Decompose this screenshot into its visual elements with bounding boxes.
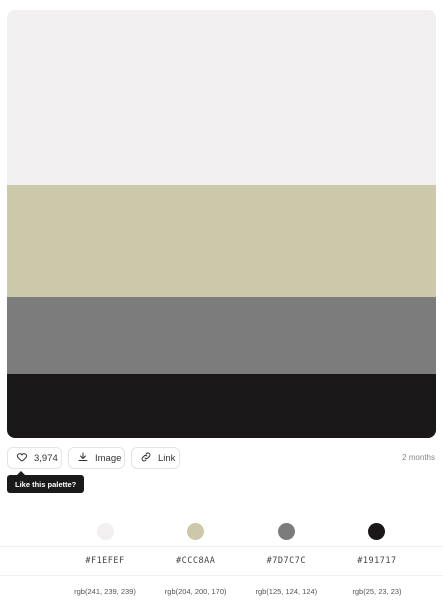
rgb-value-4[interactable]: rgb(25, 23, 23) <box>352 587 401 596</box>
color-dot-4[interactable] <box>368 523 386 540</box>
link-label: Link <box>158 452 176 464</box>
palette-actions: 3,974 Image Link <box>7 447 180 469</box>
color-dot-3[interactable] <box>277 523 295 540</box>
rgb-value-2[interactable]: rgb(204, 200, 170) <box>165 587 227 596</box>
swatch-1[interactable] <box>7 10 436 186</box>
like-tooltip: Like this palette? <box>7 471 85 493</box>
hex-code-2[interactable]: #CCC8AA <box>176 556 215 566</box>
color-details: #F1EFEF #CCC8AA #7D7C7C #191717 rgb(241,… <box>0 515 443 600</box>
image-label: Image <box>95 452 122 464</box>
hex-code-1[interactable]: #F1EFEF <box>85 556 124 566</box>
heart-icon <box>16 451 28 466</box>
swatch-4[interactable] <box>7 373 436 438</box>
palette-preview[interactable] <box>7 10 436 438</box>
link-icon <box>140 451 152 466</box>
hex-code-3[interactable]: #7D7C7C <box>267 556 306 566</box>
download-icon <box>77 451 89 466</box>
like-count: 3,974 <box>34 452 58 464</box>
hex-code-4[interactable]: #191717 <box>357 556 396 566</box>
swatch-2[interactable] <box>7 185 436 297</box>
swatch-3[interactable] <box>7 296 436 374</box>
image-download-button[interactable]: Image <box>68 447 125 469</box>
color-dot-1[interactable] <box>96 523 114 540</box>
posted-time: 2 months <box>402 453 435 462</box>
color-dot-2[interactable] <box>187 523 205 540</box>
rgb-value-1[interactable]: rgb(241, 239, 239) <box>74 587 136 596</box>
copy-link-button[interactable]: Link <box>131 447 180 469</box>
like-button[interactable]: 3,974 <box>7 447 62 469</box>
rgb-value-3[interactable]: rgb(125, 124, 124) <box>255 587 317 596</box>
